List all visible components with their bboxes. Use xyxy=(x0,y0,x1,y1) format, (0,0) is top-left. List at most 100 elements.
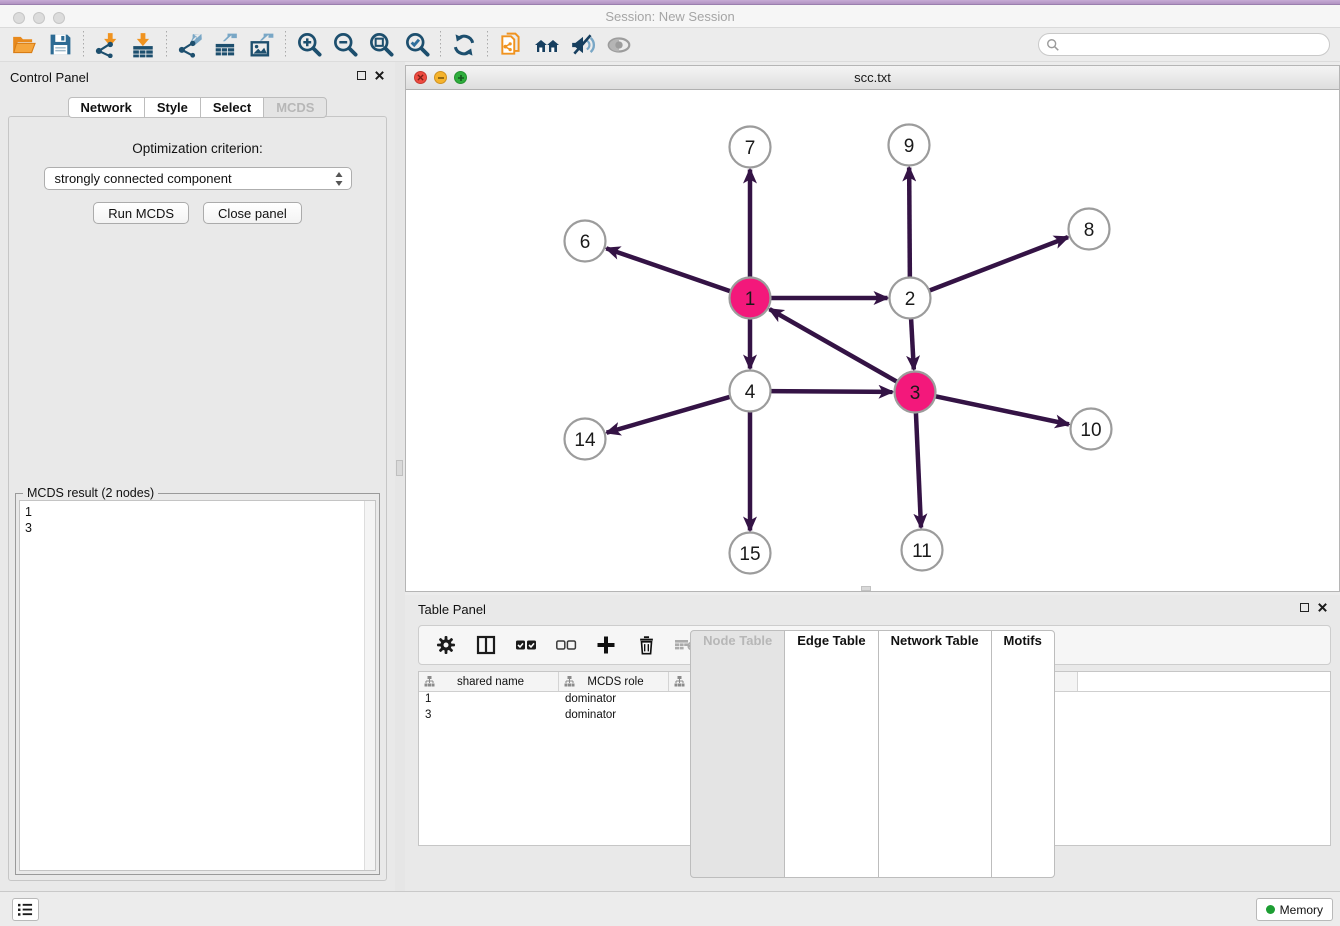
node-label: 14 xyxy=(574,430,596,451)
app-titlebar: Session: New Session xyxy=(0,5,1340,28)
optimization-criterion-dropdown[interactable]: strongly connected component xyxy=(44,167,352,190)
zoom-selected-icon[interactable] xyxy=(399,30,435,60)
first-neighbors-icon[interactable] xyxy=(529,30,565,60)
save-session-icon[interactable] xyxy=(42,30,78,60)
node-14[interactable]: 14 xyxy=(565,419,606,460)
node-7[interactable]: 7 xyxy=(730,127,771,168)
table-tab-motifs[interactable]: Motifs xyxy=(991,630,1055,878)
node-8[interactable]: 8 xyxy=(1069,209,1110,250)
dropdown-stepper-icon xyxy=(334,171,344,190)
task-history-button[interactable] xyxy=(12,898,39,921)
table-tabs: Node TableEdge TableNetwork TableMotifs xyxy=(405,630,1340,878)
node-label: 8 xyxy=(1084,220,1095,241)
node-1[interactable]: 1 xyxy=(730,278,771,319)
edge-3-10[interactable] xyxy=(933,396,1069,425)
node-2[interactable]: 2 xyxy=(890,278,931,319)
edge-2-9[interactable] xyxy=(909,167,910,279)
node-9[interactable]: 9 xyxy=(889,125,930,166)
mcds-result-group: MCDS result (2 nodes) 13 xyxy=(15,493,380,875)
tab-select[interactable]: Select xyxy=(200,97,264,118)
export-network-icon[interactable] xyxy=(172,30,208,60)
table-tab-node-table[interactable]: Node Table xyxy=(690,630,785,878)
search-icon xyxy=(1046,38,1060,52)
node-label: 1 xyxy=(745,289,756,310)
node-label: 9 xyxy=(904,136,915,157)
search-box[interactable] xyxy=(1038,33,1330,56)
node-3[interactable]: 3 xyxy=(895,372,936,413)
node-label: 4 xyxy=(745,382,756,403)
close-panel-button[interactable]: Close panel xyxy=(203,202,302,224)
table-panel-title: Table Panel xyxy=(418,602,486,617)
control-panel-title: Control Panel xyxy=(10,70,89,85)
float-table-panel-icon[interactable] xyxy=(1300,603,1309,612)
zoom-in-icon[interactable] xyxy=(291,30,327,60)
edge-3-11[interactable] xyxy=(916,410,921,527)
network-graph[interactable]: 7 9 6 8 1 2 4 3 14 10 15 11 xyxy=(406,90,1339,591)
node-label: 11 xyxy=(912,541,932,562)
edge-2-3[interactable] xyxy=(911,316,914,369)
import-table-icon[interactable] xyxy=(125,30,161,60)
optimization-criterion-label: Optimization criterion: xyxy=(9,141,386,156)
window-title: Session: New Session xyxy=(0,9,1340,24)
tab-network[interactable]: Network xyxy=(68,97,145,118)
network-window: scc.txt 7 9 6 8 1 2 4 3 14 10 15 11 xyxy=(405,65,1340,592)
mcds-tab-content: Optimization criterion: strongly connect… xyxy=(8,116,387,881)
zoom-fit-icon[interactable] xyxy=(363,30,399,60)
node-label: 3 xyxy=(910,383,921,404)
memory-button[interactable]: Memory xyxy=(1256,898,1333,921)
table-tab-edge-table[interactable]: Edge Table xyxy=(784,630,878,878)
tab-style[interactable]: Style xyxy=(144,97,201,118)
show-all-eye-icon[interactable] xyxy=(601,30,637,60)
edge-1-6[interactable] xyxy=(606,248,732,292)
memory-label: Memory xyxy=(1280,903,1323,917)
dropdown-value: strongly connected component xyxy=(55,171,232,186)
search-input[interactable] xyxy=(1060,36,1329,54)
export-table-icon[interactable] xyxy=(208,30,244,60)
node-15[interactable]: 15 xyxy=(730,533,771,574)
memory-status-dot xyxy=(1266,905,1275,914)
node-label: 15 xyxy=(739,544,760,565)
node-label: 10 xyxy=(1080,420,1101,441)
main-toolbar xyxy=(0,28,1340,62)
table-panel: Table Panel f(x) shared nameMCDS rol xyxy=(405,595,1340,891)
edge-4-3[interactable] xyxy=(768,391,892,392)
node-label: 2 xyxy=(905,289,916,310)
mcds-result-line: 1 xyxy=(25,504,370,520)
close-panel-icon[interactable] xyxy=(374,70,385,81)
tab-mcds[interactable]: MCDS xyxy=(263,97,327,118)
node-10[interactable]: 10 xyxy=(1071,409,1112,450)
export-image-icon[interactable] xyxy=(244,30,280,60)
node-4[interactable]: 4 xyxy=(730,371,771,412)
mcds-result-textarea[interactable]: 13 xyxy=(19,500,376,871)
node-11[interactable]: 11 xyxy=(902,530,943,571)
status-bar: Memory xyxy=(0,891,1340,926)
vertical-splitter[interactable] xyxy=(395,62,405,891)
run-mcds-button[interactable]: Run MCDS xyxy=(93,202,189,224)
new-network-from-selection-icon[interactable] xyxy=(493,30,529,60)
node-6[interactable]: 6 xyxy=(565,221,606,262)
control-panel: Control Panel NetworkStyleSelectMCDS Opt… xyxy=(0,62,395,891)
mcds-result-line: 3 xyxy=(25,520,370,536)
node-label: 6 xyxy=(580,232,591,253)
open-session-icon[interactable] xyxy=(6,30,42,60)
table-tab-network-table[interactable]: Network Table xyxy=(878,630,992,878)
result-scrollbar[interactable] xyxy=(364,501,375,870)
edge-3-1[interactable] xyxy=(770,309,899,383)
refresh-view-icon[interactable] xyxy=(446,30,482,60)
edge-4-14[interactable] xyxy=(607,396,733,433)
mcds-result-title: MCDS result (2 nodes) xyxy=(23,486,158,500)
network-window-title: scc.txt xyxy=(406,70,1339,85)
float-panel-icon[interactable] xyxy=(357,71,366,80)
network-canvas[interactable]: 7 9 6 8 1 2 4 3 14 10 15 11 xyxy=(406,90,1339,591)
node-label: 7 xyxy=(745,138,756,159)
zoom-out-icon[interactable] xyxy=(327,30,363,60)
canvas-bottom-grip[interactable] xyxy=(861,586,871,591)
network-window-titlebar[interactable]: scc.txt xyxy=(406,66,1339,90)
splitter-grip[interactable] xyxy=(396,460,403,476)
control-panel-tabs: NetworkStyleSelectMCDS xyxy=(0,97,395,118)
import-network-icon[interactable] xyxy=(89,30,125,60)
edge-2-8[interactable] xyxy=(927,237,1068,291)
list-icon xyxy=(17,902,34,917)
close-table-panel-icon[interactable] xyxy=(1317,602,1328,613)
hide-selected-icon[interactable] xyxy=(565,30,601,60)
